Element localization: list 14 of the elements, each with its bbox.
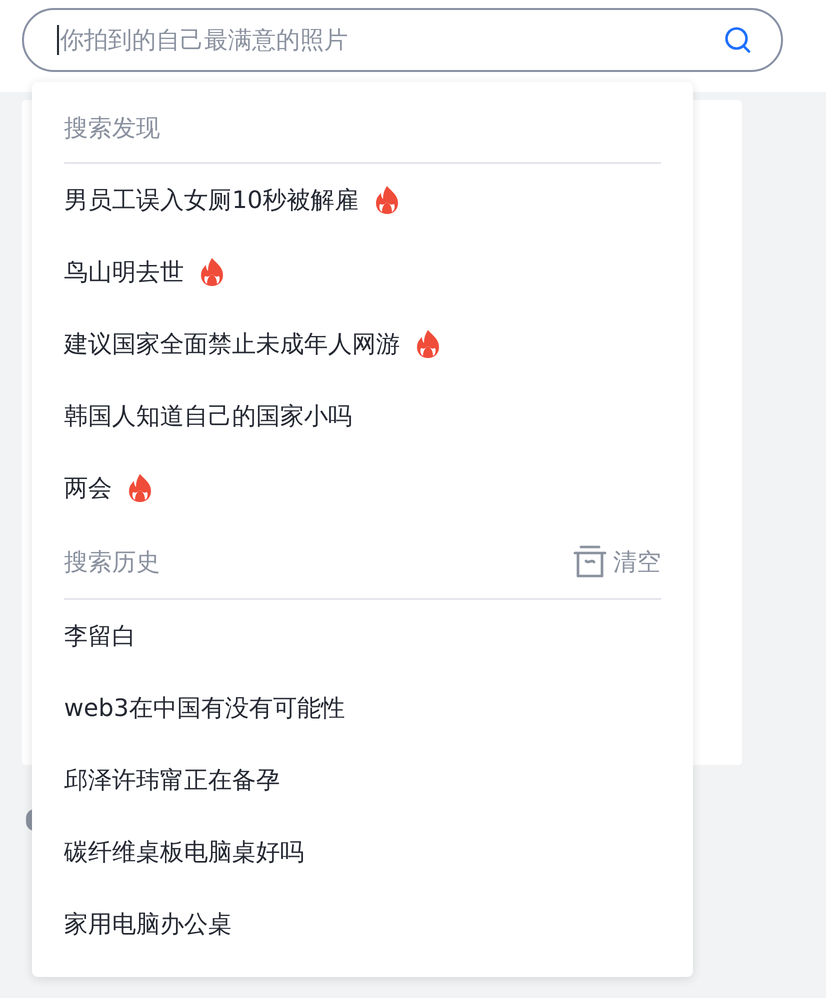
search-field[interactable]: 你拍到的自己最满意的照片 (22, 8, 783, 72)
history-item[interactable]: 碳纤维桌板电脑桌好吗 (64, 834, 304, 870)
suggestion-item[interactable]: 韩国人知道自己的国家小吗 (64, 398, 352, 434)
history-item[interactable]: 李留白 (64, 618, 136, 654)
history-item[interactable]: 家用电脑办公桌 (64, 906, 232, 942)
history-item[interactable]: web3在中国有没有可能性 (64, 690, 345, 726)
section-title: 搜索历史 (64, 547, 160, 578)
suggestion-item[interactable]: 两会 (64, 470, 112, 506)
suggestion-item[interactable]: 鸟山明去世 (64, 254, 184, 290)
suggestion-item[interactable]: 男员工误入女厕10秒被解雇 (64, 182, 359, 218)
section-title: 搜索发现 (64, 113, 160, 144)
search-icon[interactable] (723, 25, 753, 55)
history-item[interactable]: 邱泽许玮甯正在备孕 (64, 762, 280, 798)
suggestion-item[interactable]: 建议国家全面禁止未成年人网游 (64, 326, 400, 362)
